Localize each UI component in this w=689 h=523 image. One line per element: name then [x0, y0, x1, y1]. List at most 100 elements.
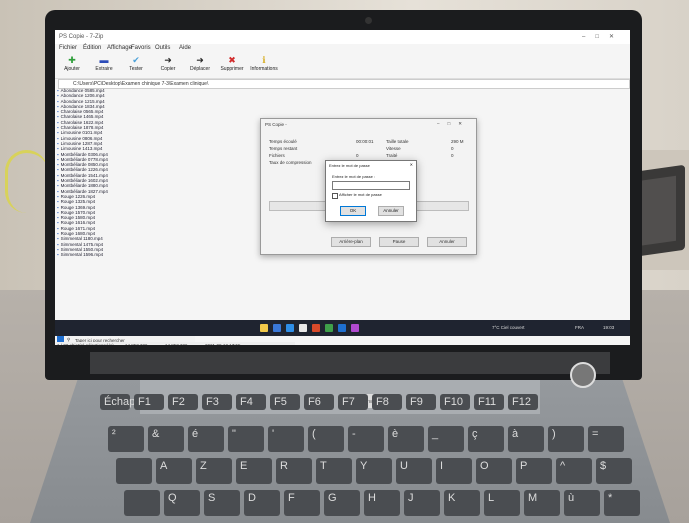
keyboard-key[interactable]: L	[484, 490, 520, 516]
toolbar-informations-button[interactable]: ℹ Informations	[249, 53, 279, 72]
taskbar-app-icon[interactable]	[338, 324, 346, 332]
keyboard-key[interactable]: -	[348, 426, 384, 452]
key-label: L	[488, 492, 495, 504]
keyboard-key[interactable]: J	[404, 490, 440, 516]
toolbar-copier-button[interactable]: ➜ Copier	[153, 53, 183, 72]
progress-cancel-button[interactable]: Annuler	[427, 237, 467, 247]
keyboard-key[interactable]: F2	[168, 394, 198, 410]
keyboard-key[interactable]: "	[228, 426, 264, 452]
keyboard-key[interactable]: Q	[164, 490, 200, 516]
key-label: D	[248, 492, 256, 504]
keyboard-key[interactable]: è	[388, 426, 424, 452]
keyboard-key[interactable]: (	[308, 426, 344, 452]
progress-pause-button[interactable]: Pause	[379, 237, 419, 247]
file-row[interactable]: Simmental 1596.mp4	[57, 252, 167, 257]
key-label: F12	[512, 396, 531, 408]
menu-item-fichier[interactable]: Fichier	[59, 45, 77, 51]
keyboard-key[interactable]: Échap	[100, 394, 135, 410]
clock[interactable]: 19:03	[603, 325, 614, 330]
taskbar-app-icon[interactable]	[286, 324, 294, 332]
keyboard-key[interactable]: M	[524, 490, 560, 516]
keyboard-key[interactable]: $	[596, 458, 632, 484]
keyboard-key[interactable]: F10	[440, 394, 470, 410]
close-icon[interactable]: ✕	[410, 162, 413, 167]
keyboard-key[interactable]: U	[396, 458, 432, 484]
keyboard-key[interactable]: F6	[304, 394, 334, 410]
keyboard-key[interactable]	[116, 458, 152, 484]
keyboard-key[interactable]: &	[148, 426, 184, 452]
toolbar-ajouter-button[interactable]: ✚ Ajouter	[57, 53, 87, 72]
keyboard-key[interactable]: Z	[196, 458, 232, 484]
taskbar-app-icon[interactable]	[260, 324, 268, 332]
cancel-button[interactable]: Annuler	[378, 206, 404, 216]
keyboard-key[interactable]: ù	[564, 490, 600, 516]
keyboard-key[interactable]: F8	[372, 394, 402, 410]
keyboard-key[interactable]: F7	[338, 394, 368, 410]
keyboard-key[interactable]: F12	[508, 394, 538, 410]
keyboard-key[interactable]: H	[364, 490, 400, 516]
keyboard-key[interactable]: ç	[468, 426, 504, 452]
keyboard-key[interactable]: ²	[108, 426, 144, 452]
key-label: R	[280, 460, 288, 472]
progress-dialog-controls[interactable]: –□✕	[437, 121, 470, 127]
app-titlebar: PS Copie - 7-Zip –□✕	[55, 30, 630, 44]
menu-item-édition[interactable]: Édition	[83, 45, 101, 51]
keyboard-key[interactable]: K	[444, 490, 480, 516]
key-label: G	[328, 492, 337, 504]
show-password-checkbox[interactable]	[332, 193, 338, 199]
keyboard-key[interactable]: )	[548, 426, 584, 452]
keyboard-key[interactable]: F3	[202, 394, 232, 410]
keyboard-key[interactable]: à	[508, 426, 544, 452]
keyboard-key[interactable]: S	[204, 490, 240, 516]
menu-item-favoris[interactable]: Favoris	[131, 45, 151, 51]
keyboard-key[interactable]: O	[476, 458, 512, 484]
keyboard-key[interactable]: '	[268, 426, 304, 452]
keyboard-key[interactable]: _	[428, 426, 464, 452]
language-indicator[interactable]: FRA	[575, 325, 584, 330]
toolbar-déplacer-button[interactable]: ➜ Déplacer	[185, 53, 215, 72]
window-controls[interactable]: –□✕	[582, 33, 624, 40]
keyboard-key[interactable]: F4	[236, 394, 266, 410]
keyboard-key[interactable]: *	[604, 490, 640, 516]
keyboard-key[interactable]: ^	[556, 458, 592, 484]
toolbar-tester-button[interactable]: ✔ Tester	[121, 53, 151, 72]
keyboard-key[interactable]: =	[588, 426, 624, 452]
key-label: F11	[478, 396, 497, 408]
keyboard-key[interactable]: G	[324, 490, 360, 516]
keyboard-key[interactable]: F5	[270, 394, 300, 410]
key-label: &	[152, 428, 160, 440]
taskbar-app-icon[interactable]	[273, 324, 281, 332]
toolbar-supprimer-button[interactable]: ✖ Supprimer	[217, 53, 247, 72]
keyboard-key[interactable]: F1	[134, 394, 164, 410]
taskbar-app-icon[interactable]	[299, 324, 307, 332]
keyboard-key[interactable]: T	[316, 458, 352, 484]
keyboard-key[interactable]: é	[188, 426, 224, 452]
toolbar-extraire-button[interactable]: ▬ Extraire	[89, 53, 119, 72]
keyboard-key[interactable]: P	[516, 458, 552, 484]
file-list: Abondance 0585.mp4Abondance 1206.mp4Abon…	[57, 88, 167, 338]
keyboard-key[interactable]: R	[276, 458, 312, 484]
keyboard-key[interactable]: D	[244, 490, 280, 516]
menu-item-outils[interactable]: Outils	[155, 45, 170, 51]
taskbar-app-icon[interactable]	[312, 324, 320, 332]
keyboard-key[interactable]: I	[436, 458, 472, 484]
menu-item-aide[interactable]: Aide	[179, 45, 191, 51]
keyboard-key[interactable]: F9	[406, 394, 436, 410]
taskbar-app-icon[interactable]	[325, 324, 333, 332]
power-button[interactable]	[570, 362, 596, 388]
keyboard-key[interactable]: F	[284, 490, 320, 516]
taskbar-app-icon[interactable]	[351, 324, 359, 332]
password-input[interactable]	[332, 181, 410, 190]
progress-background-button[interactable]: Arrière-plan	[331, 237, 371, 247]
key-label: Z	[200, 460, 207, 472]
menu-item-affichage[interactable]: Affichage	[107, 45, 132, 51]
keyboard-key[interactable]: F11	[474, 394, 504, 410]
laptop-screen: PS Copie - 7-Zip –□✕ Fichier Édition Affic…	[55, 30, 630, 345]
keyboard-key[interactable]: A	[156, 458, 192, 484]
ok-button[interactable]: OK	[340, 206, 366, 216]
password-dialog: Entrez le mot de passe ✕ Entrez le mot d…	[325, 160, 417, 222]
keyboard-key[interactable]: Y	[356, 458, 392, 484]
keyboard-key[interactable]	[124, 490, 160, 516]
progress-field: Vitesse	[386, 146, 401, 151]
keyboard-key[interactable]: E	[236, 458, 272, 484]
